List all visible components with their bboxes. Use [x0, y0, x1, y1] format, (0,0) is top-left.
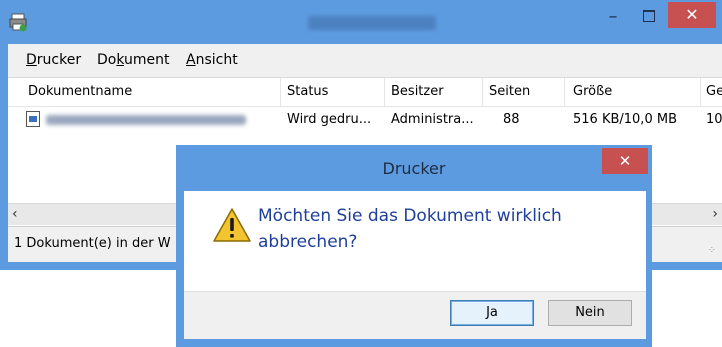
dialog-close-button[interactable]: ✕ — [602, 148, 648, 174]
column-divider[interactable] — [384, 78, 385, 106]
cell-submitted: 10: — [706, 112, 722, 127]
dialog-message: Möchten Sie das Dokument wirklich abbrec… — [258, 206, 562, 252]
scroll-right-icon[interactable]: › — [712, 206, 718, 222]
minimize-button[interactable]: – — [596, 6, 630, 30]
maximize-button[interactable] — [632, 6, 666, 30]
document-name — [46, 115, 246, 125]
column-divider[interactable] — [564, 78, 565, 106]
column-header-dokumentname[interactable]: Dokumentname — [28, 84, 132, 99]
column-header-gesendet[interactable]: Ge — [706, 84, 722, 99]
close-button[interactable]: ✕ — [668, 2, 716, 28]
column-header-seiten[interactable]: Seiten — [489, 84, 530, 99]
warning-icon — [213, 208, 251, 242]
yes-button[interactable]: Ja — [450, 300, 534, 326]
column-header-groesse[interactable]: Größe — [573, 84, 612, 99]
dialog-titlebar[interactable]: Drucker ✕ — [176, 145, 652, 191]
cell-size: 516 KB/10,0 MB — [573, 112, 677, 127]
window-title — [308, 16, 436, 30]
column-header: Dokumentname Status Besitzer Seiten Größ… — [8, 78, 722, 107]
menu-bar: Drucker Dokument Ansicht — [8, 44, 722, 78]
scroll-left-icon[interactable]: ‹ — [12, 206, 18, 222]
cell-owner: Administra... — [391, 112, 474, 127]
cell-status: Wird gedru... — [287, 112, 372, 127]
dialog-footer: Ja Nein — [184, 291, 646, 339]
menu-dokument[interactable]: Dokument — [97, 52, 170, 68]
document-icon — [26, 111, 40, 127]
column-header-besitzer[interactable]: Besitzer — [391, 84, 444, 99]
dialog-title: Drucker — [382, 159, 446, 178]
column-header-status[interactable]: Status — [287, 84, 328, 99]
resize-grip-icon[interactable]: ⁘ — [708, 245, 716, 256]
column-divider[interactable] — [700, 78, 701, 106]
menu-drucker[interactable]: Drucker — [26, 52, 81, 68]
cell-pages: 88 — [503, 112, 520, 127]
column-divider[interactable] — [482, 78, 483, 106]
table-row[interactable]: Wird gedru... Administra... 88 516 KB/10… — [8, 109, 722, 131]
confirm-dialog: Drucker ✕ Möchten Sie das Dokument wirkl… — [176, 145, 652, 347]
no-button[interactable]: Nein — [548, 300, 632, 326]
window-titlebar[interactable]: – ✕ — [0, 0, 722, 44]
dialog-body: Möchten Sie das Dokument wirklich abbrec… — [184, 191, 646, 339]
menu-ansicht[interactable]: Ansicht — [186, 52, 238, 68]
printer-icon — [9, 13, 27, 32]
status-text: 1 Dokument(e) in der W — [14, 236, 171, 251]
column-divider[interactable] — [280, 78, 281, 106]
